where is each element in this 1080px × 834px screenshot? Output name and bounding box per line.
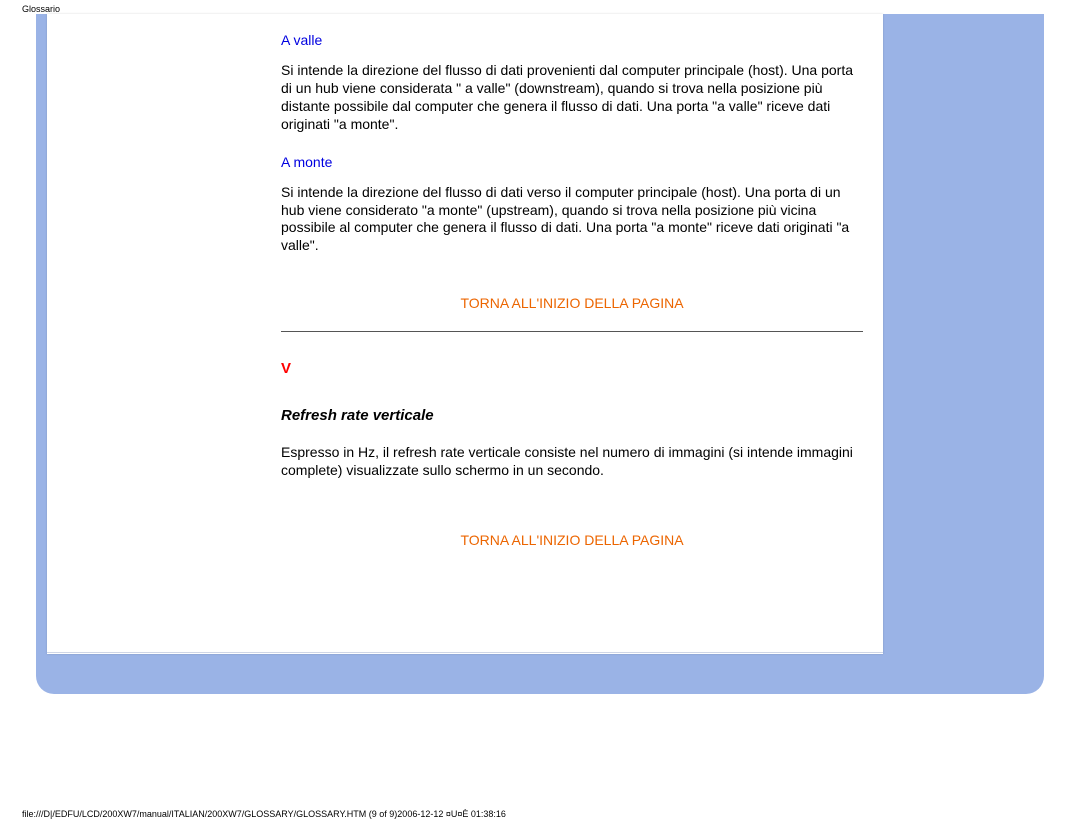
content-area: A valle Si intende la direzione del flus… bbox=[47, 14, 883, 548]
back-to-top-link[interactable]: TORNA ALL'INIZIO DELLA PAGINA bbox=[281, 532, 863, 548]
file-path-footer: file:///D|/EDFU/LCD/200XW7/manual/ITALIA… bbox=[22, 809, 506, 819]
section-letter: V bbox=[281, 360, 863, 377]
page-footer-divider bbox=[47, 652, 883, 653]
glossary-subheading-body: Espresso in Hz, il refresh rate vertical… bbox=[281, 444, 863, 480]
frame-background: A valle Si intende la direzione del flus… bbox=[36, 14, 1044, 694]
page-header-label: Glossario bbox=[22, 4, 60, 14]
glossary-term-heading: A monte bbox=[281, 154, 863, 170]
glossary-term-body: Si intende la direzione del flusso di da… bbox=[281, 62, 863, 134]
back-to-top-link[interactable]: TORNA ALL'INIZIO DELLA PAGINA bbox=[281, 295, 863, 311]
glossary-term-heading: A valle bbox=[281, 32, 863, 48]
glossary-subheading: Refresh rate verticale bbox=[281, 407, 863, 424]
glossary-term-body: Si intende la direzione del flusso di da… bbox=[281, 184, 863, 256]
section-divider bbox=[281, 331, 863, 332]
document-page: A valle Si intende la direzione del flus… bbox=[47, 14, 883, 654]
